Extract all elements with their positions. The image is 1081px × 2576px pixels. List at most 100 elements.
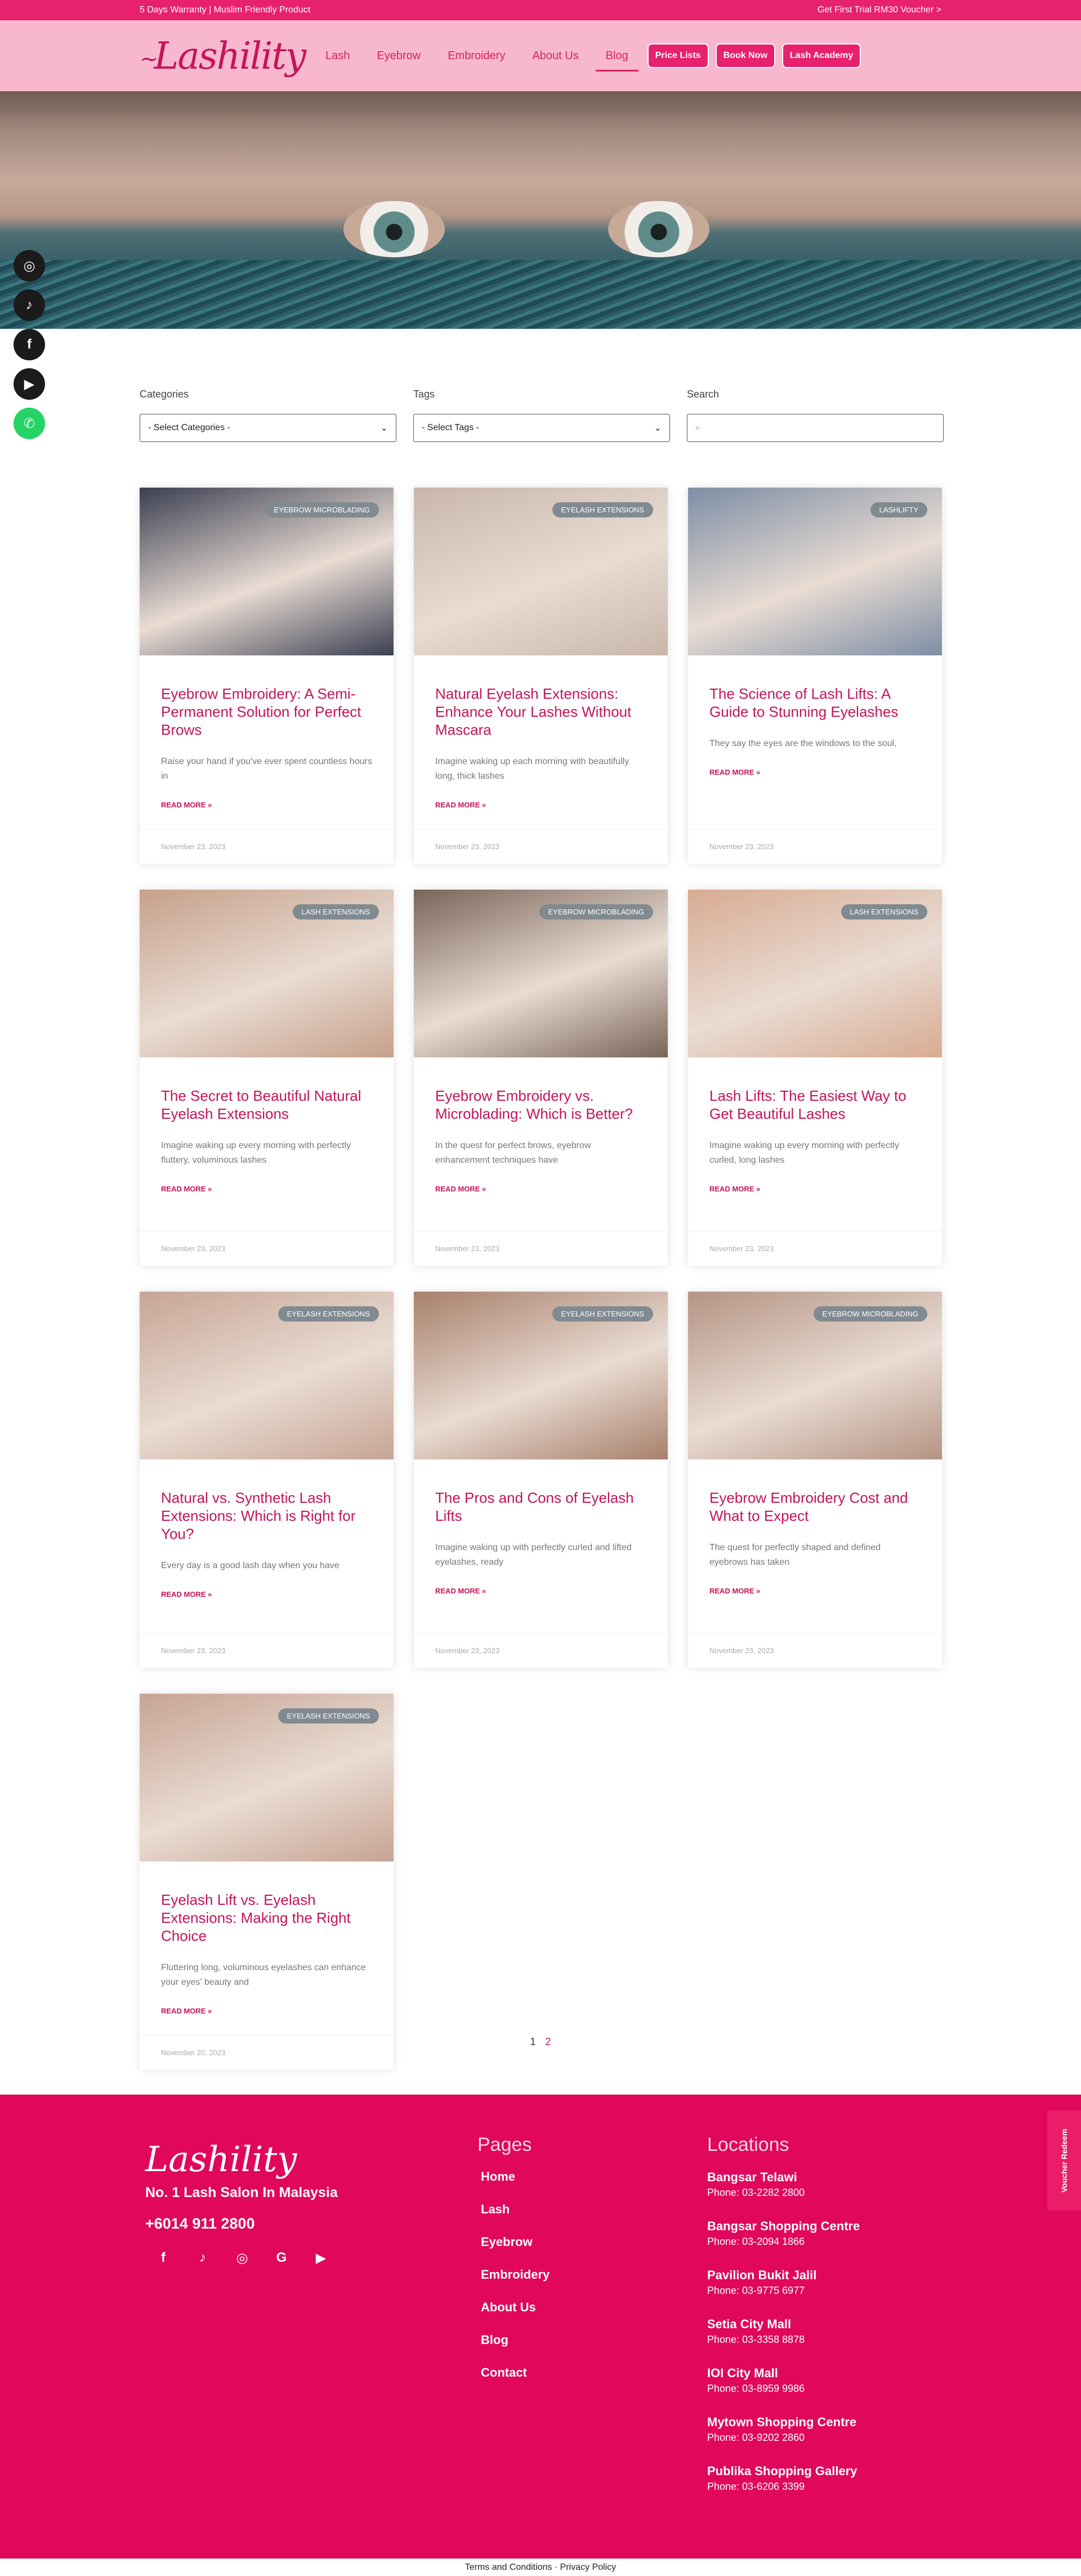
post-title[interactable]: Eyebrow Embroidery Cost and What to Expe… [709, 1489, 921, 1525]
page-2[interactable]: 2 [546, 2036, 551, 2047]
post-title[interactable]: Eyebrow Embroidery vs. Microblading: Whi… [435, 1087, 646, 1123]
footer-logo[interactable]: Lashility [145, 2139, 297, 2180]
location-name[interactable]: Pavilion Bukit Jalil [707, 2267, 860, 2283]
post-thumbnail[interactable]: Eyelash Extensions [414, 488, 668, 655]
post-card[interactable]: Lashlifty The Science of Lash Lifts: A Gu… [688, 488, 942, 864]
price-lists-button[interactable]: Price Lists [647, 43, 709, 68]
post-card[interactable]: Eyelash Extensions Eyelash Lift vs. Eyela… [140, 1694, 394, 2070]
nav-embroidery[interactable]: Embroidery [448, 44, 505, 68]
footer-phone[interactable]: +6014 911 2800 [145, 2215, 254, 2233]
post-thumbnail[interactable]: Eyebrow Microblading [414, 890, 668, 1057]
book-now-button[interactable]: Book Now [715, 43, 775, 68]
location-phone[interactable]: Phone: 03-2282 2800 [707, 2185, 860, 2200]
post-title[interactable]: Eyelash Lift vs. Eyelash Extensions: Mak… [161, 1891, 372, 1945]
voucher-link[interactable]: Get First Trial RM30 Voucher > [818, 5, 941, 15]
location-phone[interactable]: Phone: 03-6206 3399 [707, 2479, 860, 2494]
post-card[interactable]: Lash Extensions The Secret to Beautiful N… [140, 890, 394, 1266]
footer-link-contact[interactable]: Contact [481, 2365, 550, 2380]
post-thumbnail[interactable]: Lash Extensions [688, 890, 942, 1057]
facebook-icon[interactable]: f [14, 329, 45, 360]
post-thumbnail[interactable]: Eyelash Extensions [140, 1292, 394, 1459]
nav-blog[interactable]: Blog [595, 44, 638, 72]
footer-link-eyebrow[interactable]: Eyebrow [481, 2235, 550, 2249]
tiktok-icon[interactable]: ♪ [14, 289, 45, 321]
categories-select[interactable]: - Select Categories - ⌄ [140, 414, 396, 442]
post-card[interactable]: Eyebrow Microblading Eyebrow Embroidery v… [414, 890, 668, 1266]
post-title[interactable]: Eyebrow Embroidery: A Semi-Permanent Sol… [161, 685, 372, 739]
read-more-link[interactable]: READ MORE » [161, 801, 372, 809]
post-card[interactable]: Eyebrow Microblading Eyebrow Embroidery C… [688, 1292, 942, 1668]
read-more-link[interactable]: READ MORE » [435, 1587, 646, 1595]
location-name[interactable]: Setia City Mall [707, 2316, 860, 2332]
category-badge[interactable]: Eyelash Extensions [278, 1306, 379, 1322]
post-card[interactable]: Eyelash Extensions Natural Eyelash Extens… [414, 488, 668, 864]
instagram-icon[interactable]: ◎ [14, 250, 45, 282]
location-phone[interactable]: Phone: 03-2094 1866 [707, 2234, 860, 2249]
footer-link-lash[interactable]: Lash [481, 2202, 550, 2217]
read-more-link[interactable]: READ MORE » [161, 1590, 372, 1599]
read-more-link[interactable]: READ MORE » [161, 2007, 372, 2015]
location-phone[interactable]: Phone: 03-9775 6977 [707, 2283, 860, 2298]
nav-about-us[interactable]: About Us [532, 44, 578, 68]
tiktok-icon[interactable]: ♪ [194, 2249, 212, 2267]
read-more-link[interactable]: READ MORE » [435, 801, 646, 809]
location-phone[interactable]: Phone: 03-3358 8878 [707, 2332, 860, 2347]
category-badge[interactable]: Lash Extensions [841, 904, 927, 919]
location-name[interactable]: IOI City Mall [707, 2365, 860, 2381]
footer-link-embroidery[interactable]: Embroidery [481, 2267, 550, 2282]
post-title[interactable]: Lash Lifts: The Easiest Way to Get Beaut… [709, 1087, 921, 1123]
location-phone[interactable]: Phone: 03-8959 9986 [707, 2381, 860, 2396]
post-thumbnail[interactable]: Eyelash Extensions [414, 1292, 668, 1459]
whatsapp-icon[interactable]: ✆ [14, 408, 45, 439]
category-badge[interactable]: Eyebrow Microblading [265, 502, 379, 517]
post-card[interactable]: Eyebrow Microblading Eyebrow Embroidery: … [140, 488, 394, 864]
page-1[interactable]: 1 [530, 2036, 535, 2047]
read-more-link[interactable]: READ MORE » [435, 1185, 646, 1193]
post-title[interactable]: The Science of Lash Lifts: A Guide to St… [709, 685, 921, 721]
lash-academy-button[interactable]: Lash Academy [781, 43, 861, 68]
post-thumbnail[interactable]: Eyebrow Microblading [688, 1292, 942, 1459]
search-input[interactable]: ⌕ [687, 414, 944, 442]
nav-eyebrow[interactable]: Eyebrow [377, 44, 421, 68]
category-badge[interactable]: Eyelash Extensions [278, 1708, 379, 1724]
post-title[interactable]: Natural vs. Synthetic Lash Extensions: W… [161, 1489, 372, 1543]
facebook-icon[interactable]: f [154, 2249, 172, 2267]
post-thumbnail[interactable]: Eyebrow Microblading [140, 488, 394, 655]
category-badge[interactable]: Eyebrow Microblading [813, 1306, 927, 1322]
footer-link-blog[interactable]: Blog [481, 2333, 550, 2347]
site-logo[interactable]: ~Lashility [140, 34, 306, 78]
footer-link-home[interactable]: Home [481, 2169, 550, 2184]
read-more-link[interactable]: READ MORE » [709, 1587, 921, 1595]
category-badge[interactable]: Eyebrow Microblading [539, 904, 653, 919]
youtube-icon[interactable]: ▶ [14, 368, 45, 400]
voucher-redeem-tab[interactable]: Voucher Redeem [1047, 2110, 1081, 2211]
read-more-link[interactable]: READ MORE » [709, 768, 921, 776]
google-icon[interactable]: G [273, 2249, 291, 2267]
post-thumbnail[interactable]: Lashlifty [688, 488, 942, 655]
location-phone[interactable]: Phone: 03-9202 2860 [707, 2430, 860, 2445]
instagram-icon[interactable]: ◎ [233, 2249, 251, 2267]
category-badge[interactable]: Lashlifty [870, 502, 927, 517]
footer-link-about-us[interactable]: About Us [481, 2300, 550, 2315]
post-thumbnail[interactable]: Eyelash Extensions [140, 1694, 394, 1861]
location-name[interactable]: Bangsar Shopping Centre [707, 2218, 860, 2234]
category-badge[interactable]: Lash Extensions [292, 904, 379, 919]
location-name[interactable]: Bangsar Telawi [707, 2169, 860, 2185]
nav-lash[interactable]: Lash [325, 44, 350, 68]
post-card[interactable]: Lash Extensions Lash Lifts: The Easiest W… [688, 890, 942, 1266]
post-title[interactable]: The Pros and Cons of Eyelash Lifts [435, 1489, 646, 1525]
post-title[interactable]: Natural Eyelash Extensions: Enhance Your… [435, 685, 646, 739]
location-name[interactable]: Publika Shopping Gallery [707, 2463, 860, 2479]
tags-select[interactable]: - Select Tags - ⌄ [413, 414, 670, 442]
post-card[interactable]: Eyelash Extensions The Pros and Cons of E… [414, 1292, 668, 1668]
post-thumbnail[interactable]: Lash Extensions [140, 890, 394, 1057]
category-badge[interactable]: Eyelash Extensions [552, 502, 653, 517]
read-more-link[interactable]: READ MORE » [161, 1185, 372, 1193]
category-badge[interactable]: Eyelash Extensions [552, 1306, 653, 1322]
youtube-icon[interactable]: ▶ [312, 2249, 330, 2267]
legal-links[interactable]: Terms and Conditions · Privacy Policy [0, 2559, 1081, 2576]
location-name[interactable]: Mytown Shopping Centre [707, 2414, 860, 2430]
read-more-link[interactable]: READ MORE » [709, 1185, 921, 1193]
post-title[interactable]: The Secret to Beautiful Natural Eyelash … [161, 1087, 372, 1123]
post-card[interactable]: Eyelash Extensions Natural vs. Synthetic … [140, 1292, 394, 1668]
